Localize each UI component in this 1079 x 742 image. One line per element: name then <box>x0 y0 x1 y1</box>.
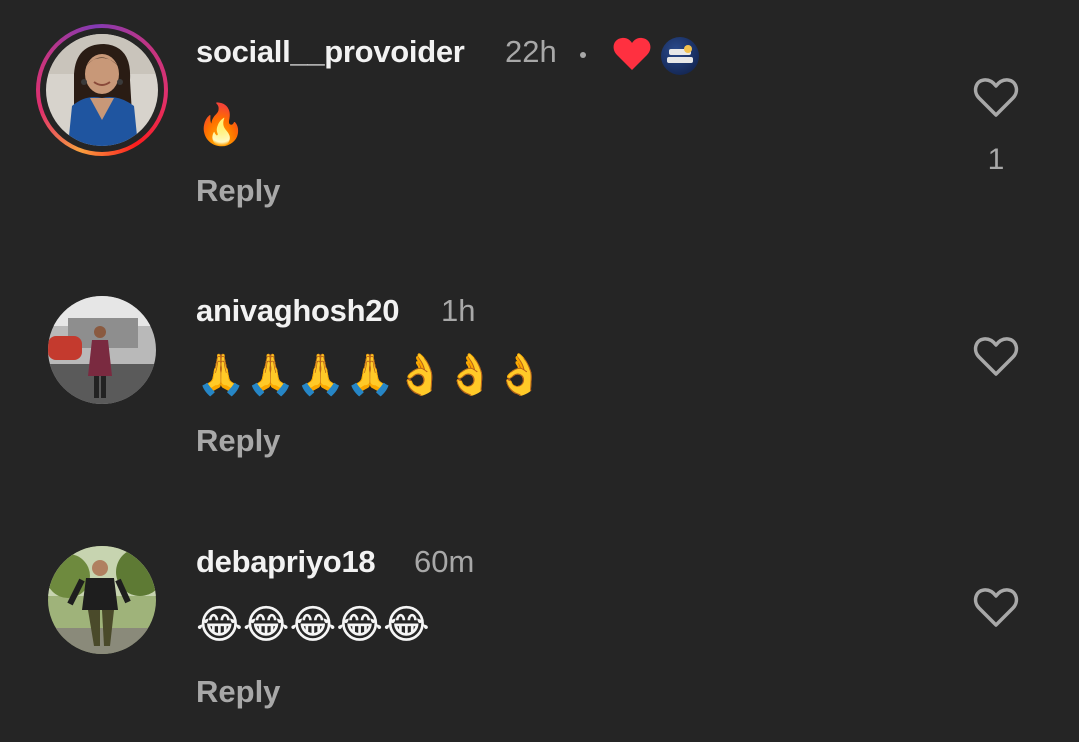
comment-time: 60m <box>414 544 475 579</box>
avatar[interactable] <box>48 296 156 404</box>
creator-logo-icon <box>667 45 693 63</box>
avatar[interactable] <box>48 546 156 654</box>
separator-dot <box>580 52 586 58</box>
heart-outline-icon[interactable] <box>972 334 1020 378</box>
username[interactable]: debapriyo18 <box>196 544 376 580</box>
comment-time: 22h <box>505 34 557 69</box>
avatar-photo <box>46 34 158 146</box>
heart-filled-icon <box>613 37 651 70</box>
reply-button[interactable]: Reply <box>196 173 280 209</box>
avatar-photo <box>48 296 156 404</box>
avatar[interactable] <box>46 34 158 146</box>
heart-outline-icon[interactable] <box>972 585 1020 629</box>
reply-button[interactable]: Reply <box>196 423 280 459</box>
creator-avatar-badge <box>661 37 699 75</box>
like-count[interactable]: 1 <box>980 143 1012 177</box>
reply-button[interactable]: Reply <box>196 674 280 710</box>
heart-outline-icon[interactable] <box>972 75 1020 119</box>
comment-text: 😂😂😂😂😂 <box>196 602 430 648</box>
comment-text: 🔥 <box>196 102 246 148</box>
username[interactable]: anivaghosh20 <box>196 293 399 329</box>
comment-time: 1h <box>441 293 476 328</box>
avatar-photo <box>48 546 156 654</box>
username[interactable]: sociall__provoider <box>196 34 465 70</box>
comment-text: 🙏🙏🙏🙏👌👌👌 <box>196 352 545 398</box>
